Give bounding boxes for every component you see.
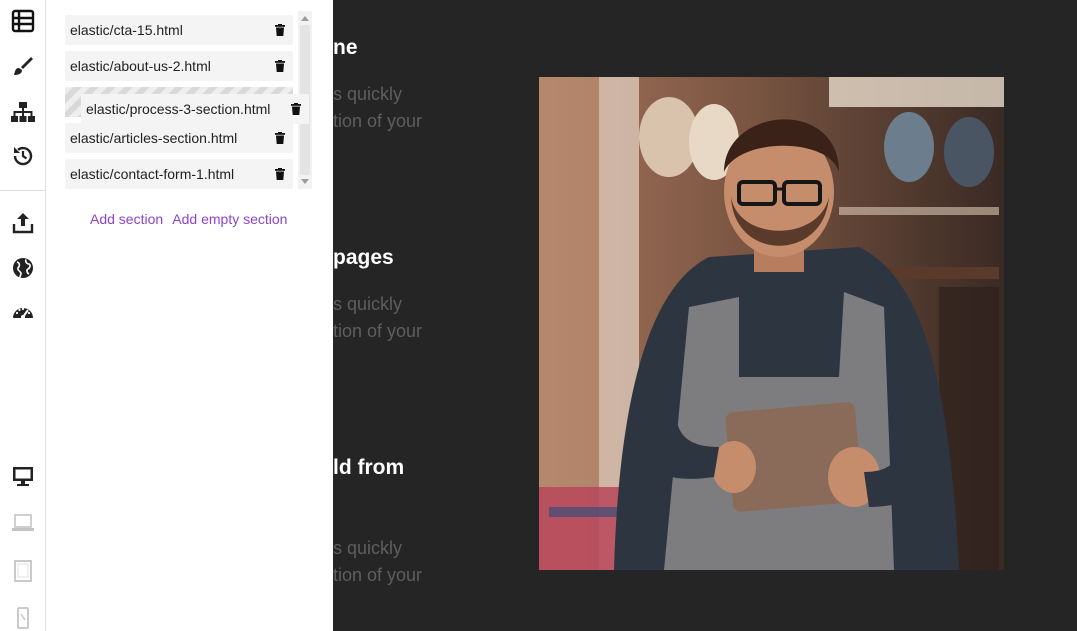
sections-panel: elastic/cta-15.html elastic/about-us-2.h… bbox=[46, 0, 333, 631]
section-item[interactable]: elastic/about-us-2.html bbox=[65, 51, 293, 81]
rail-divider bbox=[0, 190, 46, 191]
dragging-section-item[interactable]: elastic/process-3-section.html bbox=[81, 94, 309, 124]
history-icon[interactable] bbox=[8, 141, 38, 171]
trash-icon bbox=[275, 60, 285, 72]
feature-text-2b: tion of your bbox=[333, 321, 423, 341]
trash-icon bbox=[275, 132, 285, 144]
scroll-down-arrow-icon[interactable] bbox=[301, 179, 309, 184]
globe-icon[interactable] bbox=[8, 253, 38, 283]
feature-text-3a: s quickly bbox=[333, 538, 403, 558]
trash-icon bbox=[275, 24, 285, 36]
section-item[interactable]: elastic/cta-15.html bbox=[65, 15, 293, 45]
tablet-icon[interactable] bbox=[8, 556, 38, 586]
laptop-icon[interactable] bbox=[8, 508, 38, 538]
section-item-label: elastic/contact-form-1.html bbox=[70, 166, 235, 182]
desktop-icon[interactable] bbox=[8, 461, 38, 491]
trash-icon bbox=[275, 168, 285, 180]
feature-text-1a: s quickly bbox=[333, 84, 403, 104]
sections-icon[interactable] bbox=[8, 6, 38, 36]
add-empty-section-link[interactable]: Add empty section bbox=[172, 211, 287, 227]
delete-section-button[interactable] bbox=[267, 159, 293, 189]
feature-text-2a: s quickly bbox=[333, 294, 403, 314]
section-item[interactable]: elastic/articles-section.html bbox=[65, 123, 293, 153]
icon-rail bbox=[0, 0, 46, 631]
delete-section-button[interactable] bbox=[283, 94, 309, 124]
feature-heading-1: ne bbox=[333, 36, 358, 59]
add-section-links: Add section Add empty section bbox=[90, 211, 293, 227]
section-item-label: elastic/articles-section.html bbox=[70, 130, 238, 146]
export-icon[interactable] bbox=[8, 208, 38, 238]
scroll-up-arrow-icon[interactable] bbox=[301, 16, 309, 21]
mobile-icon[interactable] bbox=[8, 603, 38, 631]
feature-text-1b: tion of your bbox=[333, 111, 423, 131]
sitemap-icon[interactable] bbox=[8, 97, 38, 127]
delete-section-button[interactable] bbox=[267, 123, 293, 153]
section-item-label: elastic/about-us-2.html bbox=[70, 58, 211, 74]
feature-heading-3: ld from bbox=[333, 456, 405, 479]
brush-icon[interactable] bbox=[8, 51, 38, 81]
section-item[interactable]: elastic/contact-form-1.html bbox=[65, 159, 293, 189]
dashboard-icon[interactable] bbox=[8, 297, 38, 327]
delete-section-button[interactable] bbox=[267, 51, 293, 81]
shop-owner-photo bbox=[539, 77, 1004, 570]
feature-text-3b: tion of your bbox=[333, 565, 423, 585]
add-section-link[interactable]: Add section bbox=[90, 211, 163, 227]
section-item-label: elastic/cta-15.html bbox=[70, 22, 183, 38]
feature-heading-2: pages bbox=[333, 246, 394, 269]
section-item-label: elastic/process-3-section.html bbox=[86, 101, 271, 117]
delete-section-button[interactable] bbox=[267, 15, 293, 45]
trash-icon bbox=[291, 103, 301, 115]
page-preview-canvas[interactable]: ne s quickly tion of your pages s quickl… bbox=[333, 0, 1077, 631]
